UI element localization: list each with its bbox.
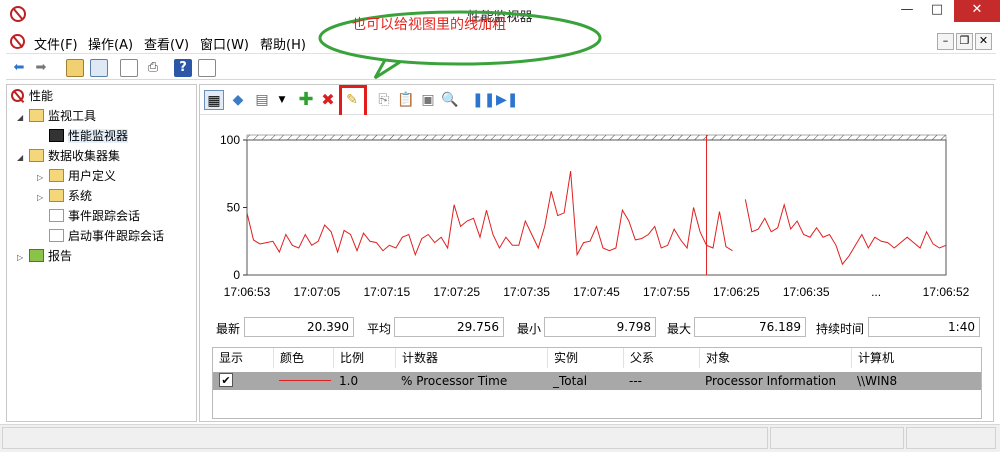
- tree-item-event-trace-sessions[interactable]: 事件跟踪会话: [49, 207, 140, 225]
- maximum-value: 76.189: [694, 317, 806, 337]
- document-icon: [49, 229, 64, 242]
- duration-value: 1:40: [868, 317, 980, 337]
- tree-item-performance-monitor[interactable]: 性能监视器: [49, 127, 129, 145]
- last-label: 最新: [216, 322, 241, 336]
- y-tick-label: 0: [233, 268, 240, 282]
- update-data-icon[interactable]: ▶❚: [496, 90, 519, 110]
- view-current-activity-icon[interactable]: ▦: [204, 90, 224, 110]
- copy-properties-icon[interactable]: ⎘: [374, 90, 394, 110]
- average-value: 29.756: [394, 317, 504, 337]
- annotation-highlight-box: [339, 85, 367, 119]
- minimum-label: 最小: [517, 322, 542, 336]
- x-tick-label: 17:06:35: [783, 285, 830, 299]
- delete-counter-icon[interactable]: ✖: [318, 90, 338, 110]
- performance-monitor-pane: ▦ ◆ ▤ ▼ ✚ ✖ ✎ ⎘ 📋 ▣ 🔍 ❚❚ ▶❚ 100 50 0 17:06:…: [199, 84, 994, 422]
- tree-item-user-defined[interactable]: ▷ 用户定义: [37, 167, 116, 185]
- performance-chart: 100 50 0 17:06:53 17:07:05 17:07:15 17:07:25 17…: [210, 115, 985, 305]
- counter-list: 显示 颜色 比例 计数器 实例 父系 对象 计算机 ✔ 1.0 % Proces…: [212, 347, 982, 419]
- freeze-display-icon[interactable]: ❚❚: [472, 90, 495, 110]
- scale-cell: 1.0: [339, 374, 359, 388]
- x-tick-label: 17:07:25: [433, 285, 480, 299]
- folder-icon: [29, 149, 44, 162]
- parent-cell: ---: [629, 374, 642, 388]
- add-counter-icon[interactable]: ✚: [296, 90, 316, 110]
- monitor-chart-icon: [49, 129, 64, 142]
- status-bar: [0, 424, 1000, 452]
- object-cell: Processor Information: [705, 374, 837, 388]
- x-tick-label: 17:07:05: [294, 285, 341, 299]
- tree-item-system[interactable]: ▷ 系统: [37, 187, 92, 205]
- y-tick-label: 100: [220, 133, 240, 147]
- folder-icon: [29, 109, 44, 122]
- graph-toolbar: ▦ ◆ ▤ ▼ ✚ ✖ ✎ ⎘ 📋 ▣ 🔍 ❚❚ ▶❚: [200, 85, 993, 115]
- perf-icon: [11, 89, 24, 102]
- tree-item-reports[interactable]: ▷ 报告: [17, 247, 72, 265]
- col-color[interactable]: 颜色: [273, 348, 304, 368]
- color-swatch: [279, 380, 331, 381]
- col-computer[interactable]: 计算机: [851, 348, 894, 368]
- col-scale[interactable]: 比例: [333, 348, 364, 368]
- stats-row: 最新 20.390 平均 29.756 最小 9.798 最大 76.189 持…: [212, 317, 982, 337]
- plot-area: [246, 139, 947, 276]
- paste-counter-list-icon[interactable]: 📋: [396, 90, 416, 110]
- annotation-text: 也可以给视图里的线加粗: [352, 17, 506, 33]
- status-segment-2: [770, 427, 904, 449]
- duration-label: 持续时间: [816, 322, 865, 336]
- col-counter[interactable]: 计数器: [395, 348, 438, 368]
- y-tick-label: 50: [227, 201, 241, 215]
- view-log-data-icon[interactable]: ◆: [228, 90, 248, 110]
- col-object[interactable]: 对象: [699, 348, 730, 368]
- x-tick-label: 17:07:45: [573, 285, 620, 299]
- average-label: 平均: [367, 322, 392, 336]
- tree-item-monitoring-tools[interactable]: ◢ 监视工具: [17, 107, 96, 125]
- document-icon: [49, 209, 64, 222]
- maximum-label: 最大: [667, 322, 692, 336]
- counter-cell: % Processor Time: [401, 374, 508, 388]
- x-tick-label: ...: [871, 285, 881, 299]
- tree-item-startup-event-trace-sessions[interactable]: 启动事件跟踪会话: [49, 227, 164, 245]
- tree-item-performance[interactable]: 性能: [11, 87, 53, 105]
- zoom-icon[interactable]: 🔍: [440, 90, 460, 110]
- col-parent[interactable]: 父系: [623, 348, 654, 368]
- instance-cell: _Total: [553, 374, 588, 388]
- last-value: 20.390: [244, 317, 354, 337]
- change-graph-type-icon[interactable]: ▤: [252, 90, 272, 110]
- show-checkbox[interactable]: ✔: [219, 373, 233, 387]
- properties-icon[interactable]: ▣: [418, 90, 438, 110]
- chart-hatch-band: [246, 134, 947, 141]
- status-segment-main: [2, 427, 768, 449]
- x-tick-label: 17:06:53: [224, 285, 271, 299]
- tree-item-data-collector-sets[interactable]: ◢ 数据收集器集: [17, 147, 120, 165]
- x-tick-label: 17:06:25: [713, 285, 760, 299]
- computer-cell: \\WIN8: [857, 374, 898, 388]
- folder-icon: [49, 189, 64, 202]
- report-icon: [29, 249, 44, 262]
- x-tick-label: 17:07:15: [363, 285, 410, 299]
- x-tick-label: 17:07:35: [503, 285, 550, 299]
- status-segment-3: [906, 427, 996, 449]
- graph-type-dropdown-icon[interactable]: ▼: [272, 90, 292, 110]
- col-instance[interactable]: 实例: [547, 348, 578, 368]
- x-tick-label: 17:06:52: [923, 285, 970, 299]
- navigation-tree: 性能 ◢ 监视工具 性能监视器 ◢ 数据收集器集 ▷ 用户定义 ▷ 系统 事件跟踪会话 …: [6, 84, 197, 422]
- minimum-value: 9.798: [544, 317, 656, 337]
- line-chart-svg: 100 50 0 17:06:53 17:07:05 17:07:15 17:07:25 17…: [220, 133, 970, 299]
- counter-row[interactable]: ✔ 1.0 % Processor Time _Total --- Proces…: [213, 372, 981, 390]
- annotation-tail: [373, 59, 401, 80]
- col-show[interactable]: 显示: [213, 348, 243, 368]
- folder-icon: [49, 169, 64, 182]
- x-tick-label: 17:07:55: [643, 285, 690, 299]
